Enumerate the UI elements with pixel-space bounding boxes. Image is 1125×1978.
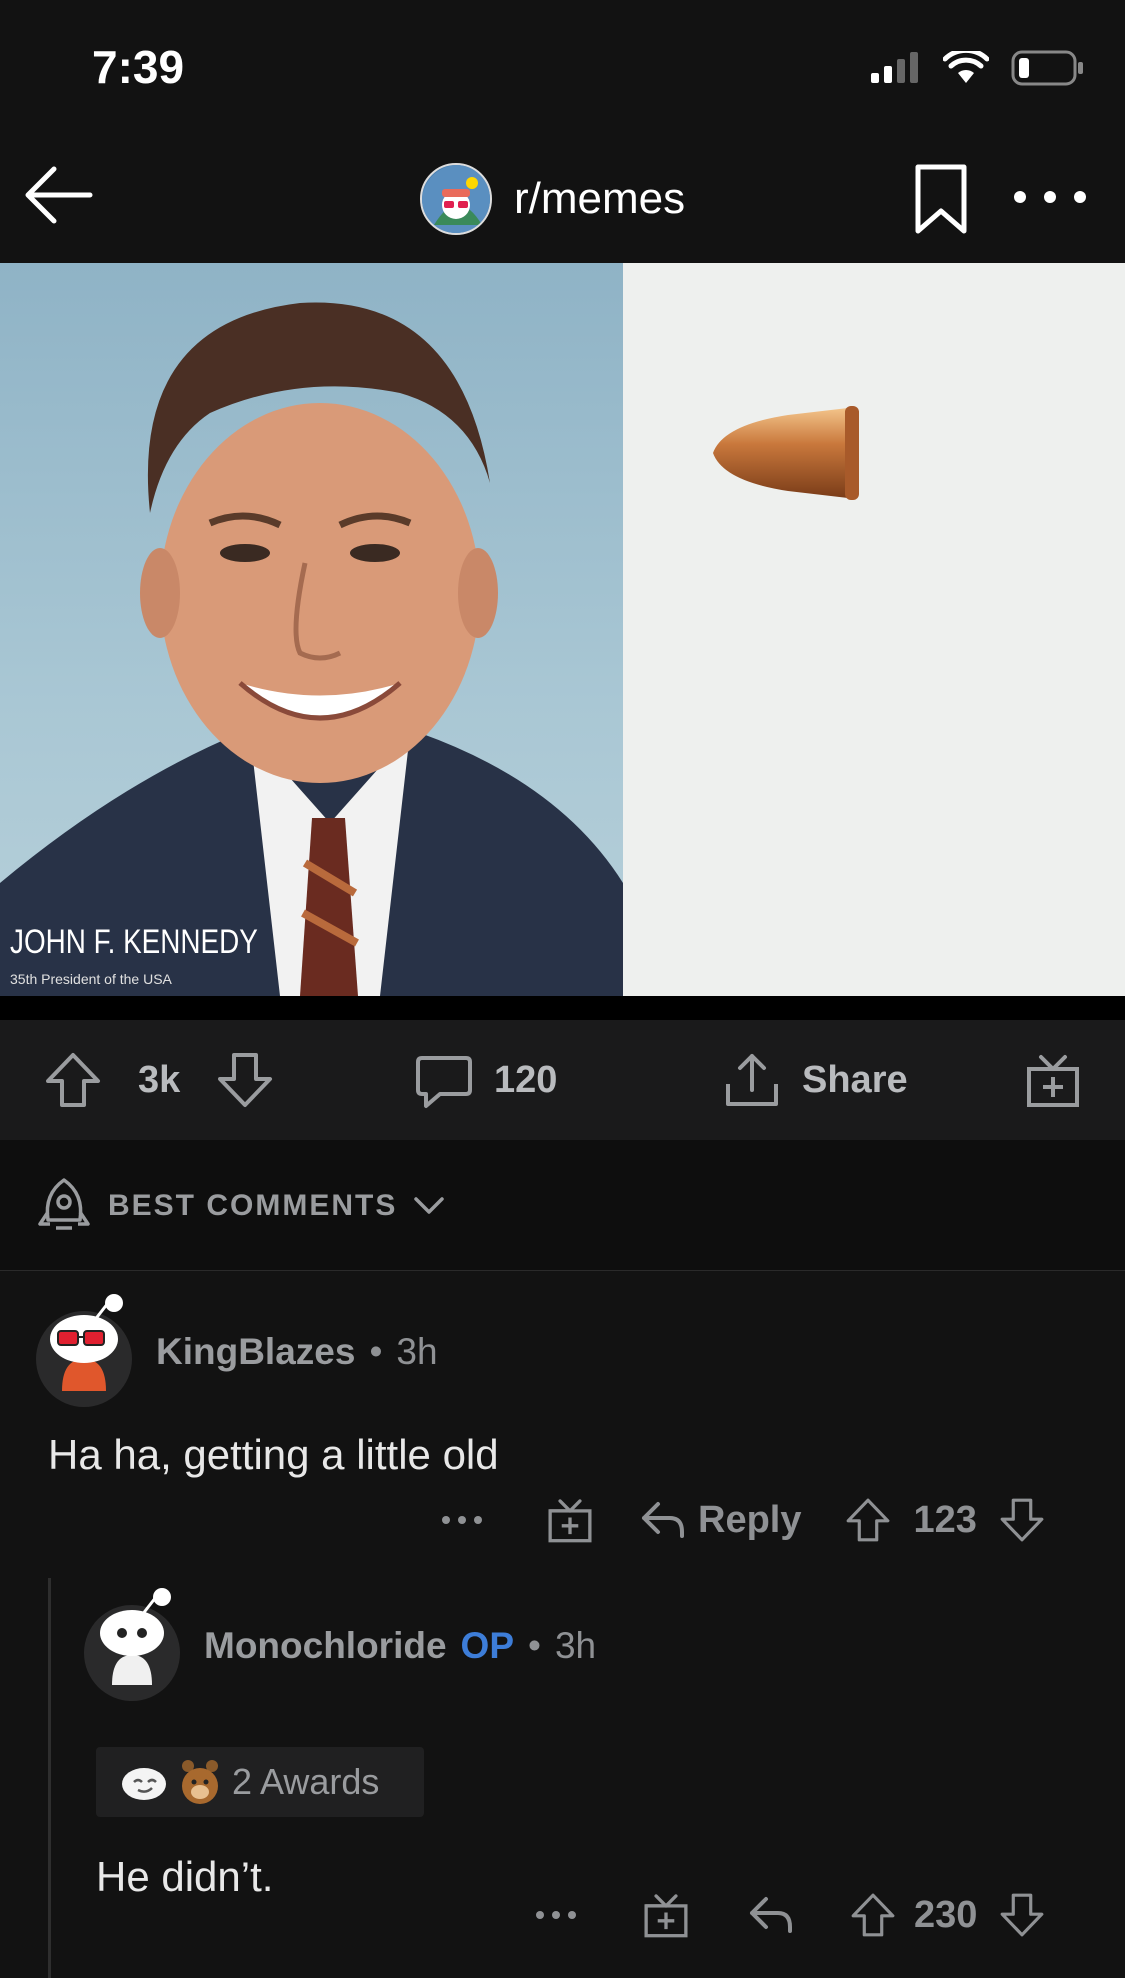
bookmark-icon[interactable] bbox=[912, 163, 970, 235]
separator-dot: • bbox=[528, 1625, 541, 1666]
upvote-icon[interactable] bbox=[845, 1497, 891, 1543]
status-icons bbox=[869, 50, 1085, 86]
share-icon bbox=[726, 1054, 778, 1106]
thread-line[interactable] bbox=[48, 1578, 51, 1978]
sort-label: BEST COMMENTS bbox=[108, 1189, 398, 1222]
downvote-icon[interactable] bbox=[999, 1892, 1045, 1938]
battery-icon bbox=[1011, 50, 1083, 86]
status-time: 7:39 bbox=[92, 41, 185, 93]
more-options-icon[interactable] bbox=[440, 1514, 484, 1526]
comment-actions: Reply 123 bbox=[440, 1496, 1045, 1544]
comment-count: 120 bbox=[494, 1058, 558, 1101]
award-button[interactable] bbox=[1024, 1020, 1082, 1140]
image-bottom-bar bbox=[0, 996, 1125, 1020]
comment-body: He didn’t. bbox=[96, 1853, 274, 1900]
portrait-panel: JOHN F. KENNEDY 35th President of the US… bbox=[0, 263, 623, 996]
reply-arrow-icon bbox=[642, 1502, 684, 1538]
separator-dot: • bbox=[369, 1331, 383, 1372]
comment-username[interactable]: Monochloride bbox=[204, 1625, 447, 1667]
rocket-icon bbox=[38, 1178, 90, 1230]
awards-badge[interactable]: 2 Awards bbox=[96, 1747, 424, 1817]
image-caption-subtitle: 35th President of the USA bbox=[10, 971, 172, 987]
op-badge: OP bbox=[460, 1625, 515, 1666]
chevron-down-icon bbox=[414, 1197, 445, 1214]
award-emoji-icon bbox=[122, 1768, 166, 1800]
subreddit-avatar bbox=[420, 163, 492, 235]
reply-arrow-icon[interactable] bbox=[748, 1895, 794, 1935]
sort-dropdown[interactable]: BEST COMMENTS bbox=[36, 1176, 445, 1236]
gift-award-icon[interactable] bbox=[642, 1891, 690, 1939]
subreddit-link[interactable]: r/memes bbox=[420, 163, 685, 235]
share-button[interactable]: Share bbox=[722, 1020, 908, 1140]
comment-time: 3h bbox=[396, 1331, 438, 1372]
comment-header: KingBlazes • 3h bbox=[156, 1331, 438, 1373]
comments-section: KingBlazes • 3h Ha ha, getting a little … bbox=[0, 1271, 1125, 1978]
gift-award-icon[interactable] bbox=[546, 1496, 594, 1544]
image-caption-name: JOHN F. KENNEDY bbox=[10, 923, 258, 961]
wifi-icon bbox=[943, 51, 989, 83]
signal-icon bbox=[871, 52, 918, 83]
comment-body: Ha ha, getting a little old bbox=[48, 1431, 499, 1478]
reply-label: Reply bbox=[698, 1498, 802, 1541]
reply-button[interactable]: Reply bbox=[640, 1499, 801, 1542]
vote-group: 3k bbox=[44, 1020, 274, 1140]
post-image[interactable]: JOHN F. KENNEDY 35th President of the US… bbox=[0, 263, 1125, 996]
upvote-icon[interactable] bbox=[850, 1892, 896, 1938]
comment-time: 3h bbox=[554, 1625, 597, 1666]
avatar[interactable] bbox=[36, 1294, 132, 1407]
post-score: 3k bbox=[138, 1058, 181, 1101]
downvote-icon[interactable] bbox=[999, 1497, 1045, 1543]
downvote-icon[interactable] bbox=[216, 1051, 274, 1109]
comment-sort-bar: BEST COMMENTS bbox=[0, 1140, 1125, 1271]
bullet-panel bbox=[623, 263, 1125, 996]
gift-award-icon bbox=[1027, 1055, 1079, 1107]
avatar[interactable] bbox=[84, 1588, 180, 1701]
back-arrow-icon[interactable] bbox=[20, 155, 100, 235]
comment-username[interactable]: KingBlazes bbox=[156, 1331, 355, 1373]
upvote-icon[interactable] bbox=[44, 1051, 102, 1109]
award-bear-icon bbox=[182, 1760, 218, 1804]
post-header: r/memes bbox=[0, 135, 1125, 263]
comments-button[interactable]: 120 bbox=[414, 1020, 557, 1140]
comment-score: 123 bbox=[913, 1498, 977, 1541]
comment-header: Monochloride OP • 3h bbox=[204, 1625, 596, 1667]
comment-icon bbox=[416, 1056, 472, 1108]
comment-actions: 230 bbox=[534, 1891, 1045, 1939]
more-options-icon[interactable] bbox=[534, 1909, 578, 1921]
subreddit-name: r/memes bbox=[514, 174, 686, 223]
comment-score: 230 bbox=[914, 1893, 978, 1936]
awards-label: 2 Awards bbox=[232, 1761, 380, 1802]
bullet-illustration bbox=[713, 406, 859, 500]
share-label: Share bbox=[802, 1058, 908, 1101]
post-action-bar: 3k 120 Share bbox=[0, 1020, 1125, 1140]
status-bar: 7:39 bbox=[0, 0, 1125, 135]
more-options-icon[interactable] bbox=[1010, 185, 1090, 209]
